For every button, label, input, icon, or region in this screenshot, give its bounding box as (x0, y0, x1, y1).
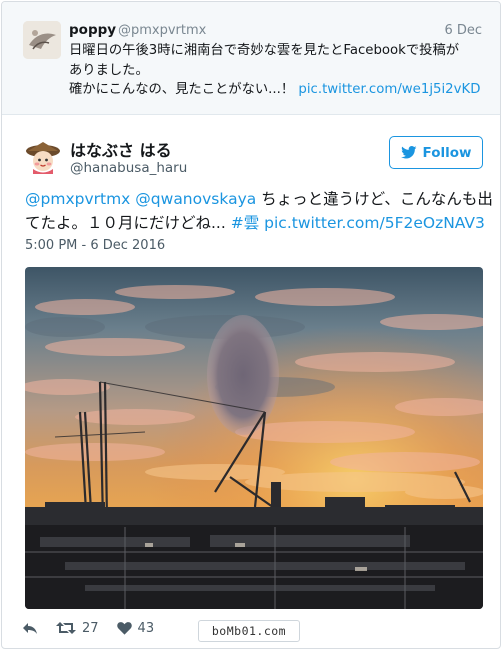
reply-button[interactable] (22, 621, 38, 635)
like-button[interactable]: 43 (116, 620, 155, 636)
tweet-text-line-1: @pmxpvrtmx @qwanovskaya ちょっと違うけど、こんなんも出 (25, 188, 493, 212)
tweet-timestamp[interactable]: 5:00 PM - 6 Dec 2016 (25, 238, 165, 253)
twitter-bird-icon (400, 146, 417, 159)
mention-qwanovskaya[interactable]: @qwanovskaya (135, 190, 256, 208)
retweet-button[interactable]: 27 (56, 621, 99, 636)
tweet-text: @pmxpvrtmx @qwanovskaya ちょっと違うけど、こんなんも出 … (25, 188, 493, 236)
parent-text-line-3-body: 確かにこんなの、見たことがない...！ (69, 82, 299, 97)
author-display-name[interactable]: はなぶさ はる (70, 137, 172, 161)
site-watermark: boMb01.com (198, 620, 300, 642)
heart-icon (116, 622, 132, 635)
reply-icon (23, 623, 37, 634)
parent-date[interactable]: 6 Dec (444, 23, 482, 38)
tweet-text-line-1-body: ちょっと違うけど、こんなんも出 (256, 190, 493, 208)
retweet-count: 27 (82, 620, 99, 636)
parent-tweet[interactable]: poppy @pmxpvrtmx 6 Dec 日曜日の午後3時に湘南台で奇妙な雲… (2, 2, 500, 115)
tweet-photo[interactable] (25, 267, 483, 609)
tweet-text-line-2-body: てたよ。１０月にだけどね... (25, 213, 231, 232)
author-handle[interactable]: @hanabusa_haru (70, 160, 187, 176)
parent-pic-link[interactable]: pic.twitter.com/we1j5i2vKD (298, 82, 480, 97)
parent-text-line-3: 確かにこんなの、見たことがない...！ pic.twitter.com/we1j… (69, 80, 487, 100)
retweet-icon (56, 622, 76, 634)
parent-display-name[interactable]: poppy (69, 22, 116, 38)
parent-tweet-text: 日曜日の午後3時に湘南台で奇妙な雲を見たとFacebookで投稿が ありました。… (69, 41, 487, 100)
tweet-text-line-2: てたよ。１０月にだけどね... #雲 pic.twitter.com/5F2eO… (25, 212, 487, 236)
parent-text-line-2: ありました。 (69, 62, 149, 78)
parent-avatar[interactable] (23, 21, 61, 59)
tweet-actions: 27 43 (22, 618, 172, 638)
mention-pmxpvrtmx[interactable]: @pmxpvrtmx (25, 190, 130, 208)
parent-text-line-1: 日曜日の午後3時に湘南台で奇妙な雲を見たとFacebookで投稿が (69, 43, 460, 58)
follow-label: Follow (422, 144, 472, 161)
author-avatar[interactable] (24, 138, 62, 176)
photo-link[interactable]: pic.twitter.com/5F2eOzNAV3 (264, 214, 485, 232)
like-count: 43 (137, 620, 155, 636)
hashtag-link[interactable]: #雲 (231, 214, 260, 232)
follow-button[interactable]: Follow (389, 136, 483, 169)
tweet-embed-card: poppy @pmxpvrtmx 6 Dec 日曜日の午後3時に湘南台で奇妙な雲… (1, 1, 501, 649)
parent-handle[interactable]: @pmxpvrtmx (118, 23, 206, 38)
